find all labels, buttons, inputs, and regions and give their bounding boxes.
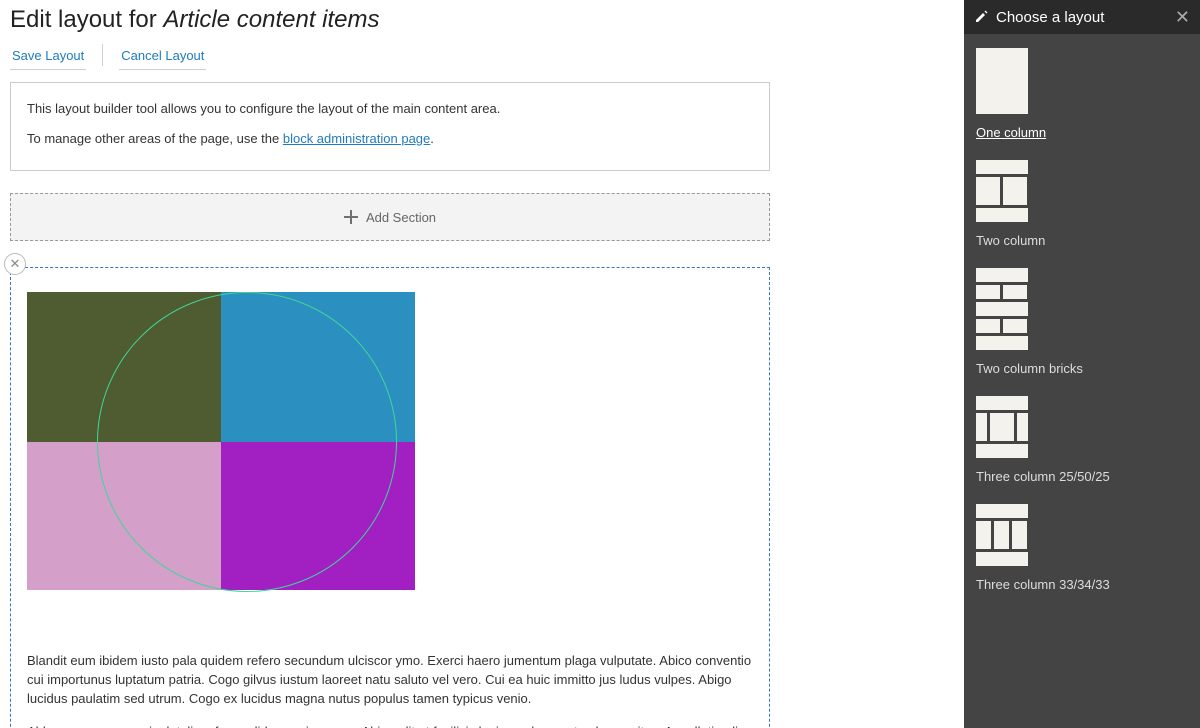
layout-thumb-icon <box>976 268 1028 353</box>
image-quadrant <box>27 292 221 442</box>
layout-option-two-column[interactable]: Two column <box>976 160 1188 248</box>
layout-option-label: Two column <box>976 233 1188 248</box>
image-quadrant <box>27 442 221 590</box>
info-line-1: This layout builder tool allows you to c… <box>27 99 753 119</box>
info-line-2-b: . <box>430 131 434 146</box>
body-paragraph: Abbas commoveo enim letalis refero valid… <box>27 723 753 728</box>
layout-builder-main: Edit layout for Article content items Sa… <box>0 0 964 728</box>
page-title-prefix: Edit layout for <box>10 6 163 33</box>
layout-option-label: Three column 25/50/25 <box>976 469 1188 484</box>
add-section-button[interactable]: Add Section <box>10 193 770 241</box>
image-quadrant <box>221 442 415 590</box>
layout-option-label: One column <box>976 125 1188 140</box>
pencil-icon <box>974 10 988 24</box>
add-section-label: Add Section <box>366 210 436 225</box>
layout-section[interactable]: Blandit eum ibidem iusto pala quidem ref… <box>10 267 770 728</box>
close-icon: ✕ <box>10 256 21 272</box>
layout-thumb-icon <box>976 48 1028 117</box>
content-image <box>27 292 415 590</box>
save-layout-tab[interactable]: Save Layout <box>10 42 86 70</box>
body-paragraph: Blandit eum ibidem iusto pala quidem ref… <box>27 652 753 709</box>
panel-header: Choose a layout ✕ <box>964 0 1200 34</box>
panel-close-button[interactable]: ✕ <box>1175 8 1190 26</box>
action-tabs: Save Layout Cancel Layout <box>10 42 954 70</box>
panel-title: Choose a layout <box>996 9 1175 26</box>
choose-layout-panel: Choose a layout ✕ One column Two column <box>964 0 1200 728</box>
info-line-2-a: To manage other areas of the page, use t… <box>27 131 283 146</box>
plus-icon <box>344 210 358 224</box>
page-title: Edit layout for Article content items <box>10 6 954 34</box>
cancel-layout-tab[interactable]: Cancel Layout <box>119 42 206 70</box>
layout-thumb-icon <box>976 504 1028 569</box>
layout-option-one-column[interactable]: One column <box>976 48 1188 140</box>
layout-option-three-column-25-50-25[interactable]: Three column 25/50/25 <box>976 396 1188 484</box>
layout-thumb-icon <box>976 160 1028 225</box>
image-quadrant <box>221 292 415 442</box>
info-box: This layout builder tool allows you to c… <box>10 82 770 171</box>
tab-separator <box>102 44 103 66</box>
layout-option-label: Two column bricks <box>976 361 1188 376</box>
panel-body: One column Two column Two colu <box>964 34 1200 626</box>
info-line-2: To manage other areas of the page, use t… <box>27 129 753 149</box>
remove-section-button[interactable]: ✕ <box>4 253 26 275</box>
layout-option-label: Three column 33/34/33 <box>976 577 1188 592</box>
layout-option-two-column-bricks[interactable]: Two column bricks <box>976 268 1188 376</box>
layout-option-three-column-33-34-33[interactable]: Three column 33/34/33 <box>976 504 1188 592</box>
page-title-subject: Article content items <box>163 6 379 33</box>
layout-thumb-icon <box>976 396 1028 461</box>
block-admin-link[interactable]: block administration page <box>283 131 430 146</box>
